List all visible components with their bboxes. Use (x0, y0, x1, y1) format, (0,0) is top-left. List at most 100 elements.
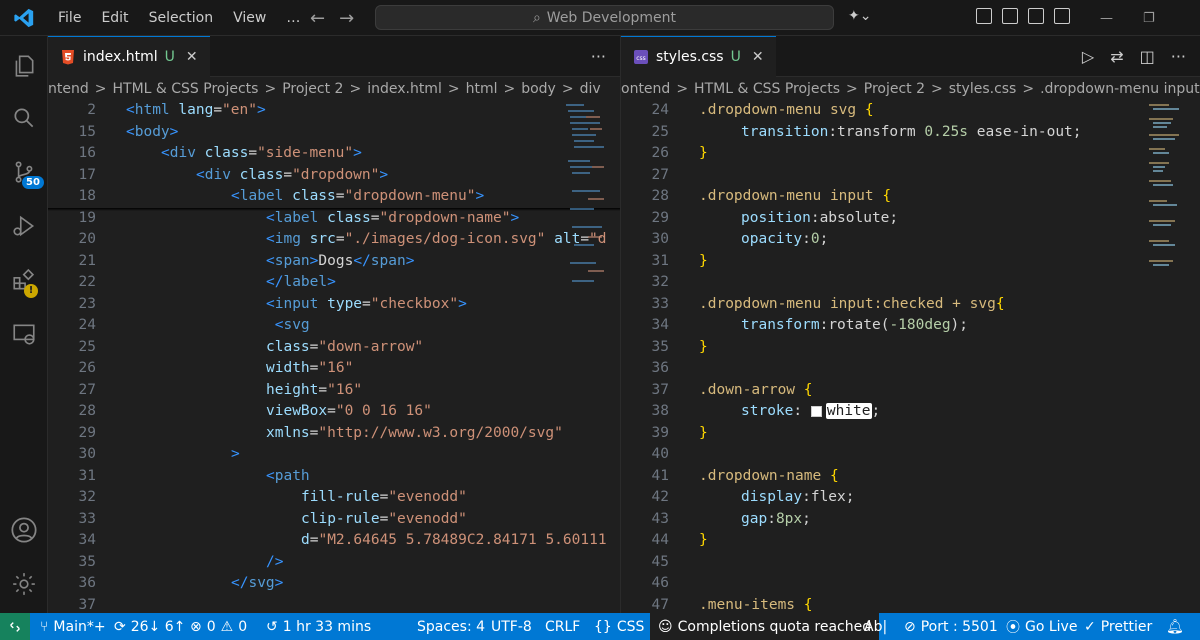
code-token: : (810, 209, 820, 226)
line-number: 30 (78, 446, 96, 462)
code-editor[interactable]: 24 .dropdown-menu svg {25 transition:trans… (621, 100, 1200, 613)
go-live-label: Go Live (1025, 618, 1078, 635)
breadcrumb-segment[interactable]: styles.css (949, 81, 1017, 97)
toggle-panel-icon[interactable] (1028, 8, 1044, 24)
breadcrumb-segment[interactable]: html (466, 81, 498, 97)
code-token: : (767, 510, 776, 527)
code-token: body (134, 123, 170, 140)
command-center[interactable]: ⌕ Web Development (375, 5, 834, 30)
code-text: opacity:0; (741, 229, 828, 251)
minimap[interactable] (1145, 100, 1195, 310)
menu-selection[interactable]: Selection (139, 0, 224, 36)
split-editor-icon[interactable]: ◫ (1140, 47, 1155, 66)
run-icon[interactable]: ▷ (1082, 47, 1094, 66)
line-number: 36 (78, 575, 96, 591)
code-token: "M2.64645 5.78489C2.84171 5.60111 (318, 532, 607, 548)
menu-edit[interactable]: Edit (91, 0, 138, 36)
menu-more[interactable]: … (276, 0, 310, 36)
accounts-icon[interactable] (0, 506, 48, 554)
line-number: 20 (78, 231, 96, 247)
minimap[interactable] (562, 100, 612, 310)
more-actions-icon[interactable]: ··· (591, 47, 606, 66)
line-number: 41 (651, 467, 669, 484)
compare-changes-icon[interactable]: ⇄ (1110, 47, 1123, 66)
extensions-icon[interactable]: ! (0, 256, 48, 304)
close-tab-icon[interactable]: ✕ (752, 49, 764, 65)
remote-explorer-icon[interactable] (0, 310, 48, 358)
spell-check-status[interactable]: Ab| (864, 613, 887, 640)
code-token: flex (810, 489, 846, 505)
layout-controls (976, 8, 1070, 24)
breadcrumb-segment[interactable]: body (521, 81, 556, 97)
restore-icon[interactable]: ❐ (1143, 11, 1155, 26)
time-tracker[interactable]: ↺ 1 hr 33 mins (266, 613, 371, 640)
indentation-status[interactable]: Spaces: 4 (417, 613, 485, 640)
tab-index-html[interactable]: index.html U ✕ (48, 36, 210, 77)
code-token: "en" (222, 102, 257, 118)
breadcrumb-segment[interactable]: ntend (48, 81, 89, 97)
line-number: 29 (78, 424, 96, 441)
menu-file[interactable]: File (48, 0, 91, 36)
breadcrumb-segment[interactable]: div (580, 81, 601, 97)
breadcrumb-segment[interactable]: Project 2 (282, 81, 343, 97)
code-line: 29 xmlns="http://www.w3.org/2000/svg" (48, 423, 620, 445)
line-number: 25 (651, 123, 669, 140)
toggle-secondary-sidebar-icon[interactable] (1054, 8, 1070, 24)
prettier-status[interactable]: ✓ Prettier (1084, 613, 1152, 640)
code-token: 0 (810, 231, 820, 247)
copilot-icon[interactable]: ✦⌄ (848, 8, 871, 24)
explorer-icon[interactable] (0, 42, 48, 90)
customize-layout-icon[interactable] (976, 8, 992, 24)
tab-styles-css[interactable]: css styles.css U ✕ (621, 36, 776, 77)
go-live-button[interactable]: ⦿ Go Live (1006, 613, 1077, 640)
broadcast-icon: ⊘ (904, 618, 916, 635)
code-line: 27 (621, 165, 1200, 187)
code-token: ); (950, 317, 969, 333)
port-status[interactable]: ⊘ Port : 5501 (904, 613, 998, 640)
breadcrumb-segment[interactable]: ontend (621, 81, 670, 97)
menu-view[interactable]: View (223, 0, 276, 36)
problems-status[interactable]: ⊗ 0 ⚠ 0 (190, 613, 247, 640)
code-token: "16" (327, 381, 363, 398)
toggle-primary-sidebar-icon[interactable] (1002, 8, 1018, 24)
run-debug-icon[interactable] (0, 202, 48, 250)
color-swatch[interactable] (810, 405, 822, 417)
breadcrumb-segment[interactable]: Project 2 (864, 81, 925, 97)
branch-status[interactable]: ⑂ Main*+ (40, 613, 106, 640)
source-control-icon[interactable]: 50 (0, 148, 48, 196)
breadcrumb-segment[interactable]: HTML & CSS Projects (694, 81, 840, 97)
code-token: = (318, 381, 328, 398)
line-number: 38 (651, 403, 669, 419)
close-tab-icon[interactable]: ✕ (186, 49, 198, 65)
code-line: 33 .dropdown-menu input:checked + svg{ (621, 294, 1200, 316)
branch-name: Main*+ (53, 618, 106, 635)
eol-status[interactable]: CRLF (545, 613, 580, 640)
sync-status[interactable]: ⟳ 26↓ 6↑ (114, 613, 185, 640)
breadcrumb-segment[interactable]: index.html (367, 81, 442, 97)
code-line: 31 <path (48, 466, 620, 488)
copilot-status[interactable]: ☺ Completions quota reached (650, 613, 880, 640)
breadcrumb-segment[interactable]: HTML & CSS Projects (112, 81, 258, 97)
breadcrumb-separator: > (447, 81, 460, 97)
settings-gear-icon[interactable] (0, 560, 48, 608)
forward-arrow-icon[interactable]: → (339, 8, 354, 29)
more-actions-icon[interactable]: ··· (1171, 47, 1186, 66)
line-number: 23 (78, 295, 96, 312)
code-token: > (327, 274, 336, 290)
code-line: 23 <input type="checkbox"> (48, 294, 620, 316)
back-arrow-icon[interactable]: ← (310, 8, 325, 29)
encoding-status[interactable]: UTF-8 (491, 613, 532, 640)
source-control-badge: 50 (22, 176, 44, 189)
minimize-icon[interactable]: — (1100, 11, 1113, 26)
breadcrumb-segment[interactable]: .dropdown-menu input:c (1040, 81, 1200, 97)
code-text: } (699, 337, 708, 359)
code-text: <body> (126, 122, 178, 144)
code-line: 35 /> (48, 552, 620, 574)
remote-indicator-icon[interactable] (0, 613, 30, 640)
search-icon[interactable] (0, 94, 48, 142)
code-token: } (699, 252, 708, 269)
extensions-warning-badge: ! (24, 284, 38, 298)
notifications-bell-icon[interactable]: 🔔︎ (1166, 613, 1184, 640)
code-editor[interactable]: 2 <html lang="en"> 15 <body> 16 <div class="s… (48, 100, 620, 613)
language-mode[interactable]: {} CSS (594, 613, 644, 640)
